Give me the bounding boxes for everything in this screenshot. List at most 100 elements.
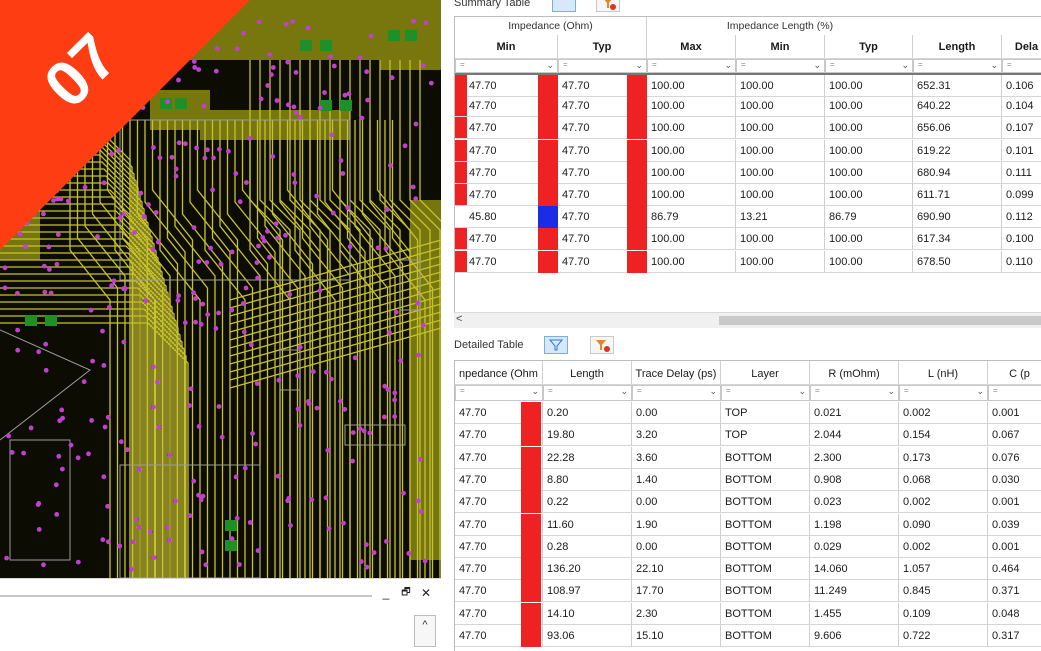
table-row[interactable]: 47.70 47.70 100.00 100.00 100.00 652.31 0.106 (455, 73, 1041, 97)
detailed-filter-button[interactable] (544, 336, 568, 354)
filter-operator: = (830, 60, 835, 69)
col-header-trace-delay[interactable]: Trace Delay (ps) (632, 361, 721, 385)
chevron-down-icon[interactable]: ⌄ (901, 60, 909, 71)
col-header-inductance[interactable]: L (nH) (899, 361, 988, 385)
via (269, 72, 274, 78)
table-row[interactable]: 47.70 47.70 100.00 100.00 100.00 678.50 0.110 (455, 250, 1041, 273)
col-header-max[interactable]: Max (647, 35, 736, 59)
table-row[interactable]: 47.70 47.70 100.00 100.00 100.00 680.94 0.111 (455, 161, 1041, 184)
table-row[interactable]: 47.70 22.28 3.60 BOTTOM 2.300 0.173 0.076 (455, 446, 1041, 469)
scroll-left-arrow-icon[interactable]: < (456, 313, 462, 325)
restore-button[interactable]: 🗗 (398, 585, 414, 601)
col-header-length[interactable]: Length (913, 35, 1002, 59)
filter-length[interactable]: = ⌄ (543, 385, 632, 401)
summary-horizontal-scrollbar[interactable]: < (454, 312, 1041, 328)
impedance-status-swatch-max (627, 139, 647, 162)
col-header-layer[interactable]: Layer (721, 361, 810, 385)
col-header-resistance[interactable]: R (mOhm) (810, 361, 899, 385)
via (255, 275, 260, 281)
filter-capacitance[interactable]: =⌄ (988, 385, 1041, 401)
chevron-down-icon[interactable]: ⌄ (724, 60, 732, 71)
cell-value: 22.10 (636, 563, 664, 576)
scrollbar-thumb[interactable] (719, 316, 1041, 325)
via (310, 369, 316, 374)
filter-trace-delay[interactable]: = ⌄ (632, 385, 721, 401)
filter-len-min[interactable]: = ⌄ (736, 59, 825, 73)
col-header-len-min[interactable]: Min (736, 35, 825, 59)
cell-value: 0.111 (1006, 166, 1032, 179)
filter-length[interactable]: = ⌄ (913, 59, 1002, 73)
cell-value: 0.00 (636, 496, 658, 509)
filter-imp-min[interactable]: = ⌄ (455, 59, 558, 73)
col-header-impedance[interactable]: npedance (Ohm (455, 361, 543, 385)
col-header-length[interactable]: Length (543, 361, 632, 385)
cell-length: 93.06 (543, 625, 632, 647)
filter-layer[interactable]: = ⌄ (721, 385, 810, 401)
table-row[interactable]: 45.80 47.70 86.79 13.21 86.79 690.90 0.112 (455, 206, 1041, 229)
table-row[interactable]: 47.70 0.22 0.00 BOTTOM 0.023 0.002 0.001 (455, 491, 1041, 514)
cell-value: 47.70 (469, 189, 497, 201)
table-row[interactable]: 47.70 0.20 0.00 TOP 0.021 0.002 0.001 (455, 402, 1041, 424)
chevron-down-icon[interactable]: ⌄ (990, 60, 998, 71)
cell-value: 2.044 (814, 429, 842, 442)
table-row[interactable]: 47.70 47.70 100.00 100.00 100.00 640.22 0.104 (455, 95, 1041, 118)
chevron-down-icon[interactable]: ⌄ (546, 60, 554, 71)
via (323, 495, 329, 501)
via (392, 390, 398, 396)
table-row[interactable]: 47.70 47.70 100.00 100.00 100.00 656.06 0.107 (455, 117, 1041, 140)
table-row[interactable]: 47.70 47.70 100.00 100.00 100.00 619.22 0.101 (455, 139, 1041, 162)
table-row[interactable]: 47.70 93.06 15.10 BOTTOM 9.606 0.722 0.317 (455, 625, 1041, 647)
impedance-status-swatch-typ (538, 161, 558, 184)
filter-imp-typ[interactable]: = ⌄ (558, 59, 647, 73)
via (364, 564, 370, 570)
cell-max: 100.00 (647, 95, 736, 118)
col-header-len-typ[interactable]: Typ (825, 35, 913, 59)
table-row[interactable]: 47.70 0.28 0.00 BOTTOM 0.029 0.002 0.001 (455, 535, 1041, 558)
via (416, 352, 421, 358)
table-row[interactable]: 47.70 47.70 100.00 100.00 100.00 617.34 0.100 (455, 228, 1041, 251)
cell-value: TOP (725, 429, 748, 442)
chevron-down-icon[interactable]: ⌄ (813, 60, 821, 71)
component-pad (225, 540, 237, 551)
minimize-button[interactable]: _ (378, 585, 394, 601)
cell-length: 108.97 (543, 580, 632, 603)
cell-delay: 0.100 (1002, 228, 1041, 251)
table-row[interactable]: 47.70 19.80 3.20 TOP 2.044 0.154 0.067 (455, 424, 1041, 447)
filter-delay[interactable]: =⌄ (1002, 59, 1041, 73)
table-row[interactable]: 47.70 108.97 17.70 BOTTOM 11.249 0.845 0.371 (455, 580, 1041, 603)
filter-inductance[interactable]: = ⌄ (899, 385, 988, 401)
filter-impedance[interactable]: = ⌄ (455, 385, 543, 401)
chevron-down-icon[interactable]: ⌄ (976, 386, 984, 397)
filter-len-typ[interactable]: = ⌄ (825, 59, 913, 73)
chevron-down-icon[interactable]: ⌄ (531, 386, 539, 397)
scroll-up-button[interactable]: ^ (414, 615, 436, 647)
cell-inductance: 0.109 (899, 602, 988, 625)
via (229, 307, 235, 313)
cell-value: 47.70 (562, 166, 590, 179)
chevron-down-icon[interactable]: ⌄ (635, 60, 643, 71)
chevron-down-icon[interactable]: ⌄ (709, 386, 717, 397)
col-header-min[interactable]: Min (455, 35, 558, 59)
chevron-down-icon[interactable]: ⌄ (798, 386, 806, 397)
close-button[interactable]: ✕ (418, 585, 434, 601)
summary-filter-button[interactable] (552, 0, 576, 12)
table-row[interactable]: 47.70 8.80 1.40 BOTTOM 0.908 0.068 0.030 (455, 468, 1041, 491)
cell-delay: 0.099 (1002, 184, 1041, 206)
col-header-capacitance[interactable]: C (p (988, 361, 1041, 385)
cell-capacitance: 0.464 (988, 558, 1041, 581)
table-row[interactable]: 47.70 136.20 22.10 BOTTOM 14.060 1.057 0.464 (455, 558, 1041, 581)
filter-resistance[interactable]: = ⌄ (810, 385, 899, 401)
impedance-status-swatch (455, 250, 467, 272)
cell-value: 47.70 (469, 233, 497, 246)
filter-max[interactable]: = ⌄ (647, 59, 736, 73)
col-header-typ[interactable]: Typ (558, 35, 647, 59)
table-row[interactable]: 47.70 47.70 100.00 100.00 100.00 611.71 0.099 (455, 184, 1041, 206)
table-row[interactable]: 47.70 14.10 2.30 BOTTOM 1.455 0.109 0.048 (455, 602, 1041, 625)
detailed-clear-filter-button[interactable] (590, 336, 614, 354)
via (363, 542, 369, 547)
table-row[interactable]: 47.70 11.60 1.90 BOTTOM 1.198 0.090 0.039 (455, 513, 1041, 536)
chevron-down-icon[interactable]: ⌄ (887, 386, 895, 397)
col-header-delay[interactable]: Dela (1002, 35, 1041, 59)
summary-clear-filter-button[interactable] (596, 0, 620, 12)
chevron-down-icon[interactable]: ⌄ (620, 386, 628, 397)
